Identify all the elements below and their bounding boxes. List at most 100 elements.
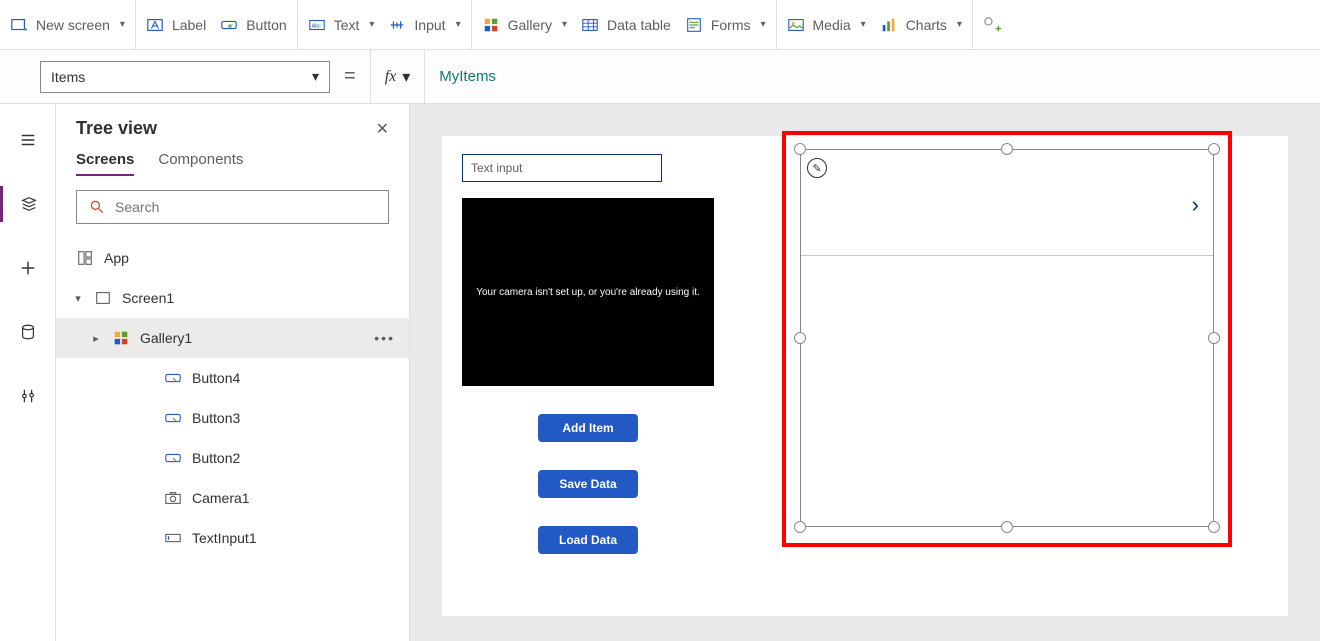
insert-datatable-text: Data table [607,17,671,33]
insert-media-text: Media [813,17,851,33]
svg-text:Abc: Abc [311,23,321,29]
insert-ribbon: New screen ▾ Label Button Abc Text ▾ Inp… [0,0,1320,50]
tree-view-panel: Tree view ✕ Screens Components App ▾ Scr… [56,104,410,641]
tree-node-label: App [104,250,129,266]
property-dropdown[interactable]: Items ▾ [40,61,330,93]
save-data-button[interactable]: Save Data [538,470,638,498]
button-label: Save Data [559,477,616,491]
load-data-button[interactable]: Load Data [538,526,638,554]
insert-button[interactable]: Button [220,16,286,34]
media-icon [787,16,805,34]
close-panel-button[interactable]: ✕ [376,119,389,139]
rail-tree-view[interactable] [0,186,56,222]
tree-node-label: Gallery1 [140,330,192,346]
new-screen-menu[interactable]: New screen ▾ [10,16,125,34]
insert-charts-text: Charts [906,17,947,33]
tree-node-gallery1[interactable]: ▸ Gallery1 ••• [56,318,409,358]
camera-icon [164,489,182,507]
resize-handle[interactable] [1208,332,1220,344]
rail-tools[interactable] [0,378,56,414]
textinput-control[interactable]: Text input [462,154,662,182]
tree-node-camera1[interactable]: Camera1 [56,478,409,518]
gallery-control[interactable]: ✎ › [800,149,1214,527]
insert-label[interactable]: Label [146,16,206,34]
caret-down-icon[interactable]: ▾ [72,292,84,305]
button-label: Add Item [562,421,613,435]
button-icon [220,16,238,34]
resize-handle[interactable] [1001,143,1013,155]
insert-gallery-menu[interactable]: Gallery ▾ [482,16,567,34]
insert-datatable[interactable]: Data table [581,16,671,34]
add-item-button[interactable]: Add Item [538,414,638,442]
tree-node-label: Button3 [192,410,240,426]
text-icon: Abc [308,16,326,34]
tree-node-screen1[interactable]: ▾ Screen1 [56,278,409,318]
screen-canvas[interactable]: Text input Your camera isn't set up, or … [442,136,1288,616]
input-icon [388,16,406,34]
caret-right-icon[interactable]: ▸ [90,332,102,345]
gallery-icon [112,329,130,347]
chevron-down-icon: ▾ [562,19,567,30]
resize-handle[interactable] [1208,521,1220,533]
formula-bar: Items ▾ = fx ▾ MyItems [0,50,1320,104]
forms-icon [685,16,703,34]
label-icon [146,16,164,34]
insert-forms-menu[interactable]: Forms ▾ [685,16,766,34]
chevron-down-icon: ▾ [861,19,866,30]
chevron-down-icon: ▾ [760,19,765,30]
gallery-icon [482,16,500,34]
resize-handle[interactable] [1208,143,1220,155]
tree-node-button2[interactable]: Button2 [56,438,409,478]
tree-node-app[interactable]: App [56,238,409,278]
rail-hamburger[interactable] [0,122,56,158]
insert-gallery-text: Gallery [508,17,552,33]
tab-screens[interactable]: Screens [76,151,134,176]
resize-handle[interactable] [794,332,806,344]
rail-data[interactable] [0,314,56,350]
tree-node-label: Camera1 [192,490,250,506]
insert-media-menu[interactable]: Media ▾ [787,16,866,34]
tree-node-label: Button4 [192,370,240,386]
chevron-down-icon: ▾ [120,19,125,30]
chevron-down-icon: ▾ [957,19,962,30]
insert-input-text: Input [414,17,445,33]
insert-charts-menu[interactable]: Charts ▾ [880,16,962,34]
edit-template-button[interactable]: ✎ [807,158,827,178]
tree-node-label: Button2 [192,450,240,466]
more-menu[interactable]: ••• [374,330,395,346]
formula-expression: MyItems [439,68,496,85]
insert-label-text: Label [172,17,206,33]
resize-handle[interactable] [794,143,806,155]
tree-node-button4[interactable]: Button4 [56,358,409,398]
tree-view-title: Tree view [76,118,157,139]
canvas-area: Text input Your camera isn't set up, or … [410,104,1320,641]
fx-button[interactable]: fx ▾ [370,50,426,104]
insert-forms-text: Forms [711,17,751,33]
screen-icon [10,16,28,34]
insert-text-text: Text [334,17,360,33]
resize-handle[interactable] [1001,521,1013,533]
gallery-template-row[interactable]: ✎ › [801,150,1213,256]
add-custom-icon[interactable] [983,16,1001,34]
chevron-down-icon: ▾ [312,68,319,85]
button-icon [164,449,182,467]
tree-node-textinput1[interactable]: TextInput1 [56,518,409,558]
insert-text-menu[interactable]: Abc Text ▾ [308,16,375,34]
rail-insert[interactable] [0,250,56,286]
formula-input[interactable]: MyItems [425,50,1320,104]
screen-icon [94,289,112,307]
tree-search-input[interactable] [115,199,376,215]
tab-components[interactable]: Components [158,151,243,176]
chevron-down-icon: ▾ [456,19,461,30]
charts-icon [880,16,898,34]
datatable-icon [581,16,599,34]
chevron-down-icon: ▾ [402,67,410,87]
insert-input-menu[interactable]: Input ▾ [388,16,460,34]
app-icon [76,249,94,267]
tree-node-button3[interactable]: Button3 [56,398,409,438]
tree-search[interactable] [76,190,389,224]
button-icon [164,409,182,427]
camera-control[interactable]: Your camera isn't set up, or you're alre… [462,198,714,386]
next-chevron-icon[interactable]: › [1192,192,1199,218]
resize-handle[interactable] [794,521,806,533]
